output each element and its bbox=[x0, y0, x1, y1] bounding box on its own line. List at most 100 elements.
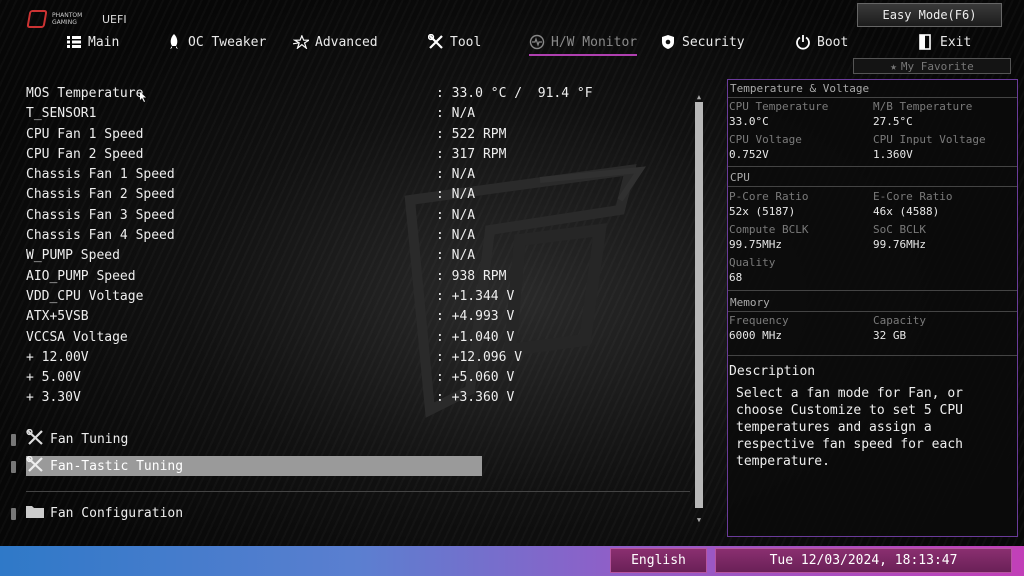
description-title: Description bbox=[729, 364, 816, 379]
tab-oc-tweaker[interactable]: OC Tweaker bbox=[166, 30, 266, 54]
top-nav: Main OC Tweaker Advanced Tool H/W Monito… bbox=[0, 30, 1024, 56]
scroll-up-icon[interactable]: ▲ bbox=[694, 93, 704, 101]
list-item[interactable]: ATX+5VSB: +4.993 V bbox=[26, 307, 666, 327]
list-item[interactable]: W_PUMP Speed : N/A bbox=[26, 246, 666, 266]
monitor-list: MOS Temperature: 33.0 °C / 91.4 °F T_SEN… bbox=[26, 84, 666, 409]
fan-tastic-tuning-item[interactable]: Fan-Tastic Tuning bbox=[26, 455, 482, 476]
item-label: + 3.30V bbox=[26, 390, 81, 406]
ecore-ratio-label: E-Core Ratio bbox=[873, 190, 953, 203]
tab-exit[interactable]: Exit bbox=[918, 30, 971, 54]
info-panel: Temperature & Voltage CPU Temperature 33… bbox=[727, 79, 1018, 537]
item-value: : +3.360 V bbox=[436, 390, 515, 406]
tab-label: Advanced bbox=[315, 34, 378, 50]
item-label: ATX+5VSB bbox=[26, 309, 89, 325]
bullet-icon bbox=[11, 508, 16, 520]
cpu-input-voltage-value: 1.360V bbox=[873, 148, 913, 161]
list-item[interactable]: CPU Fan 2 Speed: 317 RPM bbox=[26, 145, 666, 165]
cpu-temp-label: CPU Temperature bbox=[729, 100, 829, 113]
divider bbox=[728, 97, 1017, 98]
item-value: : 317 RPM bbox=[436, 146, 507, 162]
item-value: : 33.0 °C / 91.4 °F bbox=[436, 86, 593, 101]
list-item[interactable]: Chassis Fan 1 Speed: N/A bbox=[26, 165, 666, 185]
list-item[interactable]: MOS Temperature: 33.0 °C / 91.4 °F bbox=[26, 84, 666, 104]
list-item[interactable]: Chassis Fan 3 Speed: N/A bbox=[26, 206, 666, 226]
item-label: W_PUMP Speed bbox=[26, 248, 120, 264]
bullet-icon bbox=[11, 461, 16, 473]
list-item[interactable]: Chassis Fan 2 Speed: N/A bbox=[26, 185, 666, 205]
capacity-value: 32 GB bbox=[873, 329, 907, 342]
tab-boot[interactable]: Boot bbox=[795, 30, 848, 54]
list-item[interactable]: CPU Fan 1 Speed: 522 RPM bbox=[26, 125, 666, 145]
list-item[interactable]: VCCSA Voltage: +1.040 V bbox=[26, 328, 666, 348]
fan-tuning-item[interactable]: Fan Tuning bbox=[26, 428, 129, 449]
item-value: : N/A bbox=[436, 248, 476, 264]
pcore-ratio-value: 52x (5187) bbox=[729, 205, 796, 218]
language-button[interactable]: English bbox=[610, 548, 707, 573]
list-item[interactable]: VDD_CPU Voltage: +1.344 V bbox=[26, 287, 666, 307]
item-value: : N/A bbox=[436, 106, 476, 122]
divider bbox=[728, 355, 1017, 356]
datetime-display[interactable]: Tue 12/03/2024, 18:13:47 bbox=[715, 548, 1012, 573]
star-icon: ★ bbox=[890, 59, 897, 73]
cpu-voltage-label: CPU Voltage bbox=[729, 133, 802, 146]
tab-main[interactable]: Main bbox=[66, 30, 119, 54]
item-label: Fan Tuning bbox=[50, 431, 129, 447]
mouse-cursor-icon bbox=[140, 92, 146, 102]
item-value: : N/A bbox=[436, 167, 476, 183]
soc-bclk-value: 99.76MHz bbox=[873, 238, 926, 251]
tools-icon bbox=[26, 455, 44, 476]
memory-section-title: Memory bbox=[730, 296, 770, 309]
status-bar: English Tue 12/03/2024, 18:13:47 bbox=[0, 546, 1024, 576]
item-label: Chassis Fan 2 Speed bbox=[26, 187, 175, 203]
exit-icon bbox=[918, 34, 934, 50]
temp-voltage-title: Temperature & Voltage bbox=[730, 82, 870, 95]
scrollbar[interactable]: ▲ ▼ bbox=[694, 93, 704, 526]
item-value: : +12.096 V bbox=[436, 349, 523, 365]
frequency-value: 6000 MHz bbox=[729, 329, 782, 342]
item-value: : +1.040 V bbox=[436, 329, 515, 345]
cpu-section-title: CPU bbox=[730, 171, 750, 184]
tab-label: Security bbox=[682, 34, 745, 50]
quality-value: 68 bbox=[729, 271, 743, 284]
tab-label: OC Tweaker bbox=[188, 34, 267, 50]
item-label: + 5.00V bbox=[26, 370, 81, 386]
ecore-ratio-value: 46x (4588) bbox=[873, 205, 940, 218]
brand-name: PHANTOM GAMING bbox=[52, 12, 83, 26]
item-label: Chassis Fan 4 Speed bbox=[26, 228, 175, 244]
list-icon bbox=[66, 34, 82, 50]
tab-label: Exit bbox=[940, 34, 972, 50]
brand: PHANTOM GAMING UEFI bbox=[26, 10, 127, 28]
tab-security[interactable]: Security bbox=[660, 30, 745, 54]
list-item[interactable]: T_SENSOR1 : N/A bbox=[26, 104, 666, 124]
item-value: : +5.060 V bbox=[436, 370, 515, 386]
divider bbox=[728, 166, 1017, 167]
rocket-icon bbox=[166, 34, 182, 50]
list-item[interactable]: + 3.30V : +3.360 V bbox=[26, 388, 666, 408]
my-favorite-button[interactable]: ★ My Favorite bbox=[853, 58, 1011, 74]
easy-mode-button[interactable]: Easy Mode(F6) bbox=[857, 3, 1002, 27]
wrench-icon bbox=[428, 34, 444, 50]
brand-uefi: UEFI bbox=[102, 12, 127, 26]
list-item[interactable]: + 5.00V : +5.060 V bbox=[26, 368, 666, 388]
tab-label: Boot bbox=[817, 34, 849, 50]
capacity-label: Capacity bbox=[873, 314, 926, 327]
item-label: + 12.00V bbox=[26, 349, 89, 365]
frequency-label: Frequency bbox=[729, 314, 789, 327]
tab-label: Main bbox=[88, 34, 120, 50]
tab-tool[interactable]: Tool bbox=[428, 30, 481, 54]
compute-bclk-value: 99.75MHz bbox=[729, 238, 782, 251]
scroll-thumb[interactable] bbox=[695, 102, 703, 508]
list-item[interactable]: + 12.00V : +12.096 V bbox=[26, 348, 666, 368]
tools-icon bbox=[26, 428, 44, 449]
cpu-input-voltage-label: CPU Input Voltage bbox=[873, 133, 986, 146]
tab-hw-monitor[interactable]: H/W Monitor bbox=[529, 30, 638, 56]
fan-configuration-item[interactable]: Fan Configuration bbox=[26, 503, 183, 523]
tab-advanced[interactable]: Advanced bbox=[293, 30, 378, 54]
quality-label: Quality bbox=[729, 256, 776, 269]
scroll-down-icon[interactable]: ▼ bbox=[694, 516, 704, 524]
tab-label: Tool bbox=[450, 34, 482, 50]
item-label: VDD_CPU Voltage bbox=[26, 288, 144, 304]
list-item[interactable]: Chassis Fan 4 Speed: N/A bbox=[26, 226, 666, 246]
item-label: T_SENSOR1 bbox=[26, 106, 97, 122]
list-item[interactable]: AIO_PUMP Speed: 938 RPM bbox=[26, 267, 666, 287]
